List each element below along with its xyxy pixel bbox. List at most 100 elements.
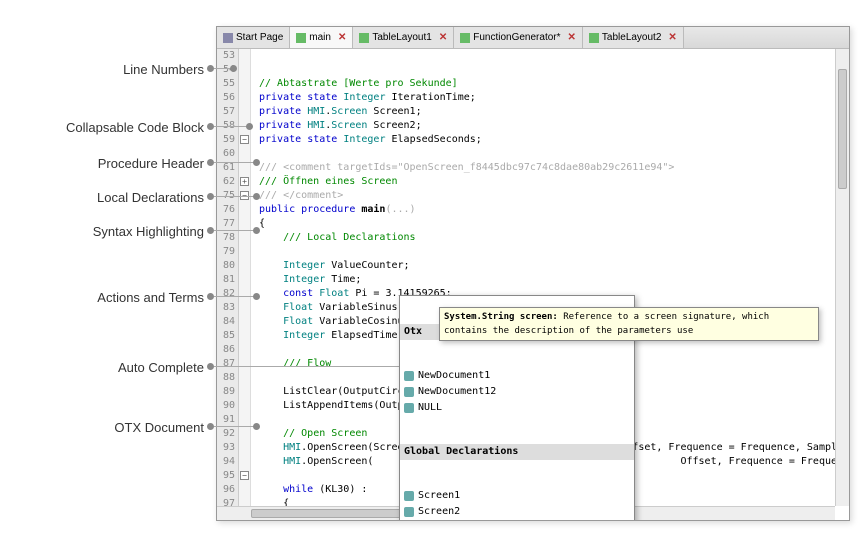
code-line[interactable]: private state Integer IterationTime; [259, 91, 849, 105]
autocomplete-item[interactable]: Screen1 [400, 488, 634, 504]
tab-tablelayout2[interactable]: TableLayout2 ✕ [583, 27, 684, 48]
document-icon [589, 33, 599, 43]
code-line[interactable]: private HMI.Screen Screen1; [259, 105, 849, 119]
close-icon[interactable]: ✕ [568, 32, 576, 43]
autocomplete-item-label: NULL [418, 401, 442, 415]
tab-label: Start Page [236, 32, 283, 43]
document-icon [223, 33, 233, 43]
fold-toggle-icon[interactable]: + [240, 177, 249, 186]
code-area: 5354555657585960616275767778798081828384… [217, 49, 849, 520]
line-number: 86 [217, 343, 235, 357]
member-icon [404, 387, 414, 397]
code-line[interactable]: private state Integer ElapsedSeconds; [259, 133, 849, 147]
close-icon[interactable]: ✕ [668, 32, 676, 43]
annotation-dot [207, 193, 214, 200]
tab-label: FunctionGenerator* [473, 32, 560, 43]
code-line[interactable] [259, 245, 849, 259]
annotation-local-decl: Local Declarations [97, 190, 204, 205]
tab-label: TableLayout1 [372, 32, 432, 43]
tab-main[interactable]: main ✕ [290, 27, 353, 48]
connector [214, 366, 414, 367]
autocomplete-item-label: Screen2 [418, 505, 460, 519]
line-number: 61 [217, 161, 235, 175]
line-number: 93 [217, 441, 235, 455]
annotation-target-dot [253, 193, 260, 200]
autocomplete-header: Global Declarations [400, 444, 634, 460]
autocomplete-item[interactable]: NULL [400, 400, 634, 416]
annotation-dot [207, 123, 214, 130]
vertical-scrollbar[interactable] [835, 49, 849, 506]
line-number: 76 [217, 203, 235, 217]
line-number: 59 [217, 133, 235, 147]
line-number: 79 [217, 245, 235, 259]
line-number: 92 [217, 427, 235, 441]
member-icon [404, 371, 414, 381]
tab-label: main [309, 32, 331, 43]
autocomplete-item[interactable]: NewDocument1 [400, 368, 634, 384]
annotation-auto-complete: Auto Complete [118, 360, 204, 375]
line-number: 94 [217, 455, 235, 469]
code-line[interactable]: /// <comment targetIds="OpenScreen_f8445… [259, 161, 849, 175]
code-line[interactable]: // Abtastrate [Werte pro Sekunde] [259, 77, 849, 91]
autocomplete-item[interactable]: Screen2 [400, 504, 634, 520]
annotation-dot [207, 159, 214, 166]
tab-tablelayout1[interactable]: TableLayout1 ✕ [353, 27, 454, 48]
line-number: 56 [217, 91, 235, 105]
annotation-line-numbers: Line Numbers [123, 62, 204, 77]
code-line[interactable]: Integer ValueCounter; [259, 259, 849, 273]
tab-functiongenerator-[interactable]: FunctionGenerator* ✕ [454, 27, 583, 48]
code-line[interactable]: private HMI.Screen Screen2; [259, 119, 849, 133]
line-number: 81 [217, 273, 235, 287]
close-icon[interactable]: ✕ [439, 32, 447, 43]
code-line[interactable]: /// Local Declarations [259, 231, 849, 245]
line-number: 84 [217, 315, 235, 329]
line-number: 95 [217, 469, 235, 483]
fold-toggle-icon[interactable]: − [240, 471, 249, 480]
annotation-target-dot [253, 423, 260, 430]
tab-label: TableLayout2 [602, 32, 662, 43]
document-icon [359, 33, 369, 43]
code-line[interactable] [259, 147, 849, 161]
member-icon [404, 491, 414, 501]
code-line[interactable]: public procedure main(...) [259, 203, 849, 217]
fold-toggle-icon[interactable]: − [240, 135, 249, 144]
line-number: 89 [217, 385, 235, 399]
annotation-dot [207, 363, 214, 370]
line-number: 80 [217, 259, 235, 273]
annotation-otx-doc: OTX Document [114, 420, 204, 435]
annotation-dot [207, 227, 214, 234]
line-number: 57 [217, 105, 235, 119]
line-number: 87 [217, 357, 235, 371]
annotation-target-dot [230, 65, 237, 72]
line-number: 60 [217, 147, 235, 161]
scroll-thumb[interactable] [838, 69, 847, 189]
connector [214, 426, 256, 427]
fold-column: −+−−− [239, 49, 251, 520]
code-line[interactable]: { [259, 217, 849, 231]
annotation-target-dot [253, 227, 260, 234]
autocomplete-item-label: NewDocument12 [418, 385, 496, 399]
annotation-target-dot [253, 159, 260, 166]
tab-bar: Start Pagemain✕TableLayout1✕FunctionGene… [217, 27, 849, 49]
code-line[interactable]: Integer Time; [259, 273, 849, 287]
code-content[interactable]: // Abtastrate [Werte pro Sekunde]private… [251, 49, 849, 520]
code-line[interactable]: /// Öffnen eines Screen [259, 175, 849, 189]
annotation-syntax-hl: Syntax Highlighting [93, 224, 204, 239]
code-line[interactable]: /// </comment> [259, 189, 849, 203]
tab-start-page[interactable]: Start Page [217, 27, 290, 48]
line-number: 88 [217, 371, 235, 385]
annotation-dot [207, 65, 214, 72]
document-icon [296, 33, 306, 43]
line-number: 85 [217, 329, 235, 343]
autocomplete-item-label: Screen1 [418, 489, 460, 503]
annotation-target-dot [246, 123, 253, 130]
line-number: 53 [217, 49, 235, 63]
line-number: 83 [217, 301, 235, 315]
autocomplete-item[interactable]: NewDocument12 [400, 384, 634, 400]
connector [214, 230, 256, 231]
connector [214, 196, 256, 197]
close-icon[interactable]: ✕ [338, 32, 346, 43]
connector [214, 162, 256, 163]
document-icon [460, 33, 470, 43]
line-number: 55 [217, 77, 235, 91]
